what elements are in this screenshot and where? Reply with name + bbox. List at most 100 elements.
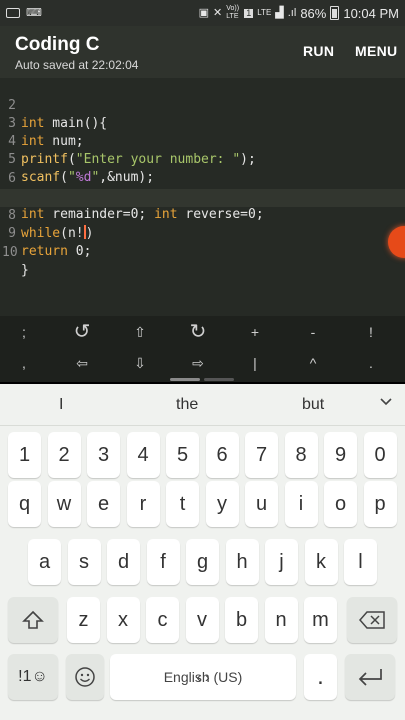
enter-icon bbox=[358, 669, 382, 686]
key-0-label: 0 bbox=[374, 444, 386, 466]
code-line[interactable]: 3 int num; bbox=[0, 97, 405, 149]
emoji-icon bbox=[75, 667, 95, 687]
key-v[interactable]: v bbox=[185, 597, 219, 643]
backspace-key[interactable] bbox=[347, 597, 397, 643]
arrow-left-icon[interactable]: ⇦ bbox=[62, 351, 102, 375]
redo-icon[interactable]: ↻ bbox=[178, 320, 218, 344]
key-s[interactable]: s bbox=[67, 539, 101, 585]
key-5[interactable]: 5 bbox=[166, 432, 199, 478]
key-w[interactable]: w bbox=[47, 481, 81, 527]
key-g-label: g bbox=[196, 551, 209, 573]
symbol-minus[interactable]: - bbox=[293, 320, 333, 344]
key-k[interactable]: k bbox=[304, 539, 338, 585]
key-c-label: c bbox=[157, 609, 168, 631]
sim-icon: 1 bbox=[244, 7, 254, 18]
chevron-down-icon[interactable] bbox=[380, 396, 392, 408]
key-z[interactable]: z bbox=[67, 597, 100, 643]
symbol-comma[interactable]: , bbox=[4, 351, 44, 375]
key-p[interactable]: p bbox=[363, 481, 397, 527]
key-r[interactable]: r bbox=[126, 481, 160, 527]
key-y[interactable]: y bbox=[205, 481, 239, 527]
symbol-period[interactable]: . bbox=[351, 351, 391, 375]
key-8[interactable]: 8 bbox=[284, 432, 318, 478]
key-o[interactable]: o bbox=[324, 481, 357, 527]
symbol-semicolon[interactable]: ; bbox=[4, 320, 44, 344]
suggestion-item[interactable]: I bbox=[59, 396, 63, 414]
key-e[interactable]: e bbox=[87, 481, 120, 527]
key-period[interactable]: . bbox=[304, 654, 337, 700]
key-n[interactable]: n bbox=[264, 597, 298, 643]
key-b[interactable]: b bbox=[225, 597, 258, 643]
key-9[interactable]: 9 bbox=[324, 432, 357, 478]
code-text[interactable]: } bbox=[21, 262, 29, 280]
symbol-exclamation[interactable]: ! bbox=[351, 320, 391, 344]
run-button[interactable]: RUN bbox=[303, 43, 334, 59]
code-line-active[interactable]: 8 while(n!) bbox=[0, 189, 405, 241]
key-h[interactable]: h bbox=[225, 539, 259, 585]
signal2-icon: .ıl bbox=[287, 6, 297, 19]
key-c[interactable]: c bbox=[146, 597, 179, 643]
key-d[interactable]: d bbox=[107, 539, 140, 585]
code-line[interactable]: 6 bbox=[0, 152, 405, 186]
key-m[interactable]: m bbox=[304, 597, 337, 643]
key-8-label: 8 bbox=[295, 444, 307, 466]
key-u[interactable]: u bbox=[245, 481, 278, 527]
shift-key[interactable] bbox=[8, 597, 58, 643]
key-j[interactable]: j bbox=[265, 539, 298, 585]
key-l[interactable]: l bbox=[344, 539, 377, 585]
symbols-key[interactable]: !1☺ bbox=[8, 654, 58, 700]
key-5-label: 5 bbox=[176, 444, 189, 466]
menu-button[interactable]: MENU bbox=[355, 43, 397, 59]
key-3[interactable]: 3 bbox=[87, 432, 120, 478]
key-4[interactable]: 4 bbox=[126, 432, 160, 478]
key-3-label: 3 bbox=[97, 444, 110, 466]
code-line[interactable]: 7 int remainder=0; int reverse=0; bbox=[0, 170, 405, 222]
enter-key[interactable] bbox=[345, 654, 395, 700]
suggestion-item[interactable]: but bbox=[302, 396, 324, 414]
undo-icon[interactable]: ↺ bbox=[62, 320, 102, 344]
key-s-label: s bbox=[79, 551, 89, 573]
code-text[interactable]: return 0; bbox=[21, 243, 91, 261]
battery-icon bbox=[330, 6, 340, 20]
key-e-label: e bbox=[97, 493, 110, 515]
code-line[interactable]: 9 return 0; bbox=[0, 207, 405, 259]
key-2[interactable]: 2 bbox=[47, 432, 81, 478]
code-line[interactable]: 10 } bbox=[0, 226, 405, 278]
key-0[interactable]: 0 bbox=[363, 432, 397, 478]
toolbar-page-indicator bbox=[170, 378, 200, 381]
app-bar: Coding C Auto saved at 22:02:04 RUN MENU bbox=[0, 26, 405, 78]
emoji-key[interactable] bbox=[66, 654, 104, 700]
key-t[interactable]: t bbox=[166, 481, 199, 527]
key-o-label: o bbox=[334, 493, 347, 515]
battery-percent: 86% bbox=[300, 5, 327, 21]
key-7[interactable]: 7 bbox=[245, 432, 278, 478]
key-h-label: h bbox=[236, 551, 248, 573]
key-i[interactable]: i bbox=[284, 481, 318, 527]
key-a[interactable]: a bbox=[28, 539, 61, 585]
code-line[interactable]: 5 scanf("%d",&num); bbox=[0, 133, 405, 185]
space-bar[interactable]: ‹ English (US) › bbox=[110, 654, 296, 700]
key-x[interactable]: x bbox=[106, 597, 140, 643]
key-9-label: 9 bbox=[334, 444, 347, 466]
cast-icon: ▣ bbox=[198, 6, 209, 19]
code-line[interactable]: 2 int main(){ bbox=[0, 79, 405, 131]
key-1[interactable]: 1 bbox=[8, 432, 41, 478]
arrow-down-icon[interactable]: ⇩ bbox=[120, 351, 160, 375]
suggestion-item[interactable]: the bbox=[176, 396, 198, 414]
key-w-label: w bbox=[56, 493, 72, 515]
key-6[interactable]: 6 bbox=[205, 432, 239, 478]
arrow-right-icon[interactable]: ⇨ bbox=[178, 351, 218, 375]
key-g[interactable]: g bbox=[186, 539, 219, 585]
language-label: English (US) bbox=[163, 669, 243, 685]
symbol-pipe[interactable]: | bbox=[235, 351, 275, 375]
symbol-plus[interactable]: + bbox=[235, 320, 275, 344]
arrow-up-icon[interactable]: ⇧ bbox=[120, 320, 160, 344]
backspace-icon bbox=[359, 611, 385, 629]
suggestion-bar: I the but bbox=[0, 384, 405, 426]
key-f[interactable]: f bbox=[146, 539, 180, 585]
symbol-caret[interactable]: ^ bbox=[293, 351, 333, 375]
space-bar-label: ‹ English (US) › bbox=[110, 654, 296, 700]
key-q[interactable]: q bbox=[8, 481, 41, 527]
code-line[interactable]: 4 printf("Enter your number: "); bbox=[0, 115, 405, 167]
code-editor[interactable]: 2 int main(){ 3 int num; 4 printf("Enter… bbox=[0, 78, 405, 316]
